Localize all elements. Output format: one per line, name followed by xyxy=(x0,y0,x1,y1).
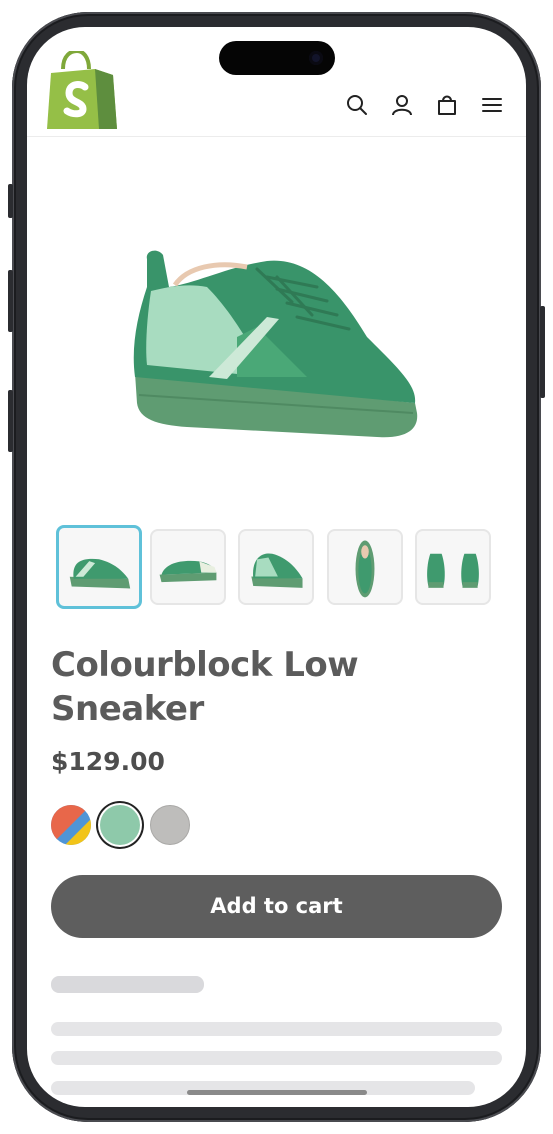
screen: Colourblock Low Sneaker $129.00 Add to c… xyxy=(27,27,526,1107)
thumbnail-pair[interactable] xyxy=(415,529,491,605)
home-indicator[interactable] xyxy=(187,1090,367,1095)
thumbnail-profile[interactable] xyxy=(150,529,226,605)
thumbnail-gallery xyxy=(56,525,496,611)
thumbnail-side[interactable] xyxy=(56,525,142,609)
swatch-green[interactable] xyxy=(100,805,140,845)
menu-icon[interactable] xyxy=(480,93,504,117)
shopify-logo[interactable] xyxy=(47,51,117,129)
product-main-image[interactable] xyxy=(117,227,437,477)
search-icon[interactable] xyxy=(345,93,369,117)
skeleton-line xyxy=(51,1051,502,1065)
add-to-cart-button[interactable]: Add to cart xyxy=(51,875,502,938)
cart-bag-icon[interactable] xyxy=(435,93,459,117)
swatch-grey[interactable] xyxy=(150,805,190,845)
skeleton-line xyxy=(51,1022,502,1036)
action-button xyxy=(8,184,13,218)
camera-icon xyxy=(309,51,323,65)
volume-up-button xyxy=(8,270,13,332)
product-price: $129.00 xyxy=(51,747,165,776)
volume-down-button xyxy=(8,390,13,452)
skeleton-heading xyxy=(51,976,204,993)
product-title: Colourblock Low Sneaker xyxy=(51,645,359,729)
thumbnail-angle[interactable] xyxy=(238,529,314,605)
dynamic-island xyxy=(219,41,335,75)
swatch-multicolor[interactable] xyxy=(51,805,91,845)
power-button xyxy=(540,306,545,398)
account-icon[interactable] xyxy=(390,93,414,117)
thumbnail-top[interactable] xyxy=(327,529,403,605)
